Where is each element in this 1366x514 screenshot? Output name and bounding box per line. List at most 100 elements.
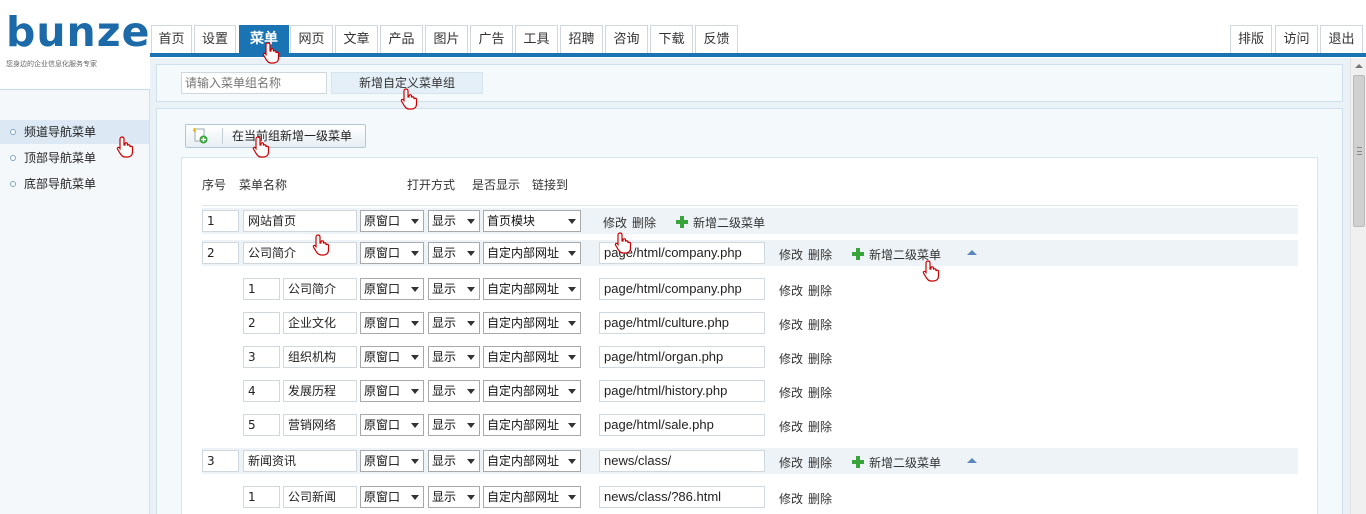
delete-link[interactable]: 删除: [632, 214, 656, 231]
menu-order-input[interactable]: 2: [243, 312, 280, 334]
add-top-menu-button[interactable]: 在当前组新增一级菜单: [185, 124, 366, 148]
open-mode-select[interactable]: 原窗口: [360, 486, 424, 508]
tab-consult[interactable]: 咨询: [605, 25, 648, 54]
link-type-value: 自定内部网址: [487, 454, 560, 468]
delete-link[interactable]: 删除: [808, 384, 832, 401]
plus-icon[interactable]: [852, 456, 864, 468]
menu-name-input[interactable]: 发展历程: [283, 380, 357, 402]
link-type-select[interactable]: 自定内部网址: [483, 346, 581, 368]
sidebar-item-bottom-nav[interactable]: 底部导航菜单: [0, 172, 149, 196]
open-mode-select[interactable]: 原窗口: [360, 242, 424, 264]
tab-tools[interactable]: 工具: [515, 25, 558, 54]
visibility-select[interactable]: 显示: [428, 346, 480, 368]
visibility-select[interactable]: 显示: [428, 312, 480, 334]
plus-icon[interactable]: [676, 216, 688, 228]
edit-link[interactable]: 修改: [779, 350, 803, 367]
menu-name-input[interactable]: 组织机构: [283, 346, 357, 368]
link-type-select[interactable]: 自定内部网址: [483, 414, 581, 436]
link-type-select[interactable]: 首页模块: [483, 210, 581, 232]
menu-order-input[interactable]: 1: [243, 486, 280, 508]
add-sub-menu-link[interactable]: 新增二级菜单: [693, 214, 765, 231]
menu-order-input[interactable]: 3: [202, 450, 239, 472]
scroll-thumb[interactable]: [1353, 75, 1365, 227]
tab-articles[interactable]: 文章: [335, 25, 378, 54]
menu-name-input[interactable]: 新闻资讯: [243, 450, 357, 472]
edit-link[interactable]: 修改: [779, 384, 803, 401]
tab-home[interactable]: 首页: [151, 25, 192, 54]
open-mode-select[interactable]: 原窗口: [360, 210, 424, 232]
visibility-select[interactable]: 显示: [428, 242, 480, 264]
delete-link[interactable]: 删除: [808, 490, 832, 507]
tab-settings[interactable]: 设置: [194, 25, 236, 54]
tab-images[interactable]: 图片: [425, 25, 468, 54]
delete-link[interactable]: 删除: [808, 316, 832, 333]
edit-link[interactable]: 修改: [779, 454, 803, 471]
collapse-up-icon[interactable]: [967, 250, 977, 255]
menu-order-input[interactable]: 4: [243, 380, 280, 402]
menu-order-input[interactable]: 1: [202, 210, 239, 232]
visibility-select[interactable]: 显示: [428, 278, 480, 300]
menu-name-input[interactable]: 公司新闻: [283, 486, 357, 508]
menu-name-input[interactable]: 公司简介: [243, 242, 357, 264]
tab-ads[interactable]: 广告: [470, 25, 513, 54]
menu-url-input[interactable]: page/html/culture.php: [599, 312, 765, 334]
link-type-select[interactable]: 自定内部网址: [483, 278, 581, 300]
tab-products[interactable]: 产品: [380, 25, 423, 54]
menu-order-input[interactable]: 1: [243, 278, 280, 300]
menu-order-input[interactable]: 3: [243, 346, 280, 368]
delete-link[interactable]: 删除: [808, 282, 832, 299]
tab-jobs[interactable]: 招聘: [560, 25, 603, 54]
open-mode-select[interactable]: 原窗口: [360, 312, 424, 334]
link-type-select[interactable]: 自定内部网址: [483, 450, 581, 472]
open-mode-select[interactable]: 原窗口: [360, 450, 424, 472]
edit-link[interactable]: 修改: [779, 246, 803, 263]
visibility-select[interactable]: 显示: [428, 414, 480, 436]
link-type-select[interactable]: 自定内部网址: [483, 486, 581, 508]
menu-url-input[interactable]: page/html/history.php: [599, 380, 765, 402]
delete-link[interactable]: 删除: [808, 454, 832, 471]
tab-logout[interactable]: 退出: [1320, 25, 1363, 54]
visibility-select[interactable]: 显示: [428, 380, 480, 402]
open-mode-select[interactable]: 原窗口: [360, 346, 424, 368]
menu-url-input[interactable]: page/html/organ.php: [599, 346, 765, 368]
edit-link[interactable]: 修改: [603, 214, 627, 231]
tab-visit[interactable]: 访问: [1275, 25, 1318, 54]
menu-url-input[interactable]: page/html/sale.php: [599, 414, 765, 436]
tab-pages[interactable]: 网页: [290, 25, 333, 54]
menu-group-name-input[interactable]: [181, 72, 327, 94]
visibility-select[interactable]: 显示: [428, 450, 480, 472]
tab-feedback[interactable]: 反馈: [695, 25, 738, 54]
menu-url-input[interactable]: news/class/: [599, 450, 765, 472]
menu-url-input[interactable]: page/html/company.php: [599, 278, 765, 300]
delete-link[interactable]: 删除: [808, 246, 832, 263]
open-mode-select[interactable]: 原窗口: [360, 414, 424, 436]
link-type-select[interactable]: 自定内部网址: [483, 242, 581, 264]
tab-layout[interactable]: 排版: [1230, 25, 1272, 54]
menu-name-input[interactable]: 网站首页: [243, 210, 357, 232]
add-sub-menu-link[interactable]: 新增二级菜单: [869, 454, 941, 471]
menu-list-panel: 在当前组新增一级菜单 序号 菜单名称 打开方式 是否显示 链接到 1 网站首页 原窗…: [156, 108, 1343, 514]
tab-download[interactable]: 下载: [650, 25, 693, 54]
menu-name-input[interactable]: 企业文化: [283, 312, 357, 334]
menu-order-input[interactable]: 5: [243, 414, 280, 436]
open-mode-select[interactable]: 原窗口: [360, 380, 424, 402]
scrollbar[interactable]: [1350, 58, 1366, 514]
edit-link[interactable]: 修改: [779, 418, 803, 435]
visibility-select[interactable]: 显示: [428, 210, 480, 232]
menu-name-input[interactable]: 营销网络: [283, 414, 357, 436]
open-mode-select[interactable]: 原窗口: [360, 278, 424, 300]
plus-icon[interactable]: [852, 248, 864, 260]
edit-link[interactable]: 修改: [779, 282, 803, 299]
delete-link[interactable]: 删除: [808, 418, 832, 435]
menu-order-input[interactable]: 2: [202, 242, 239, 264]
link-type-select[interactable]: 自定内部网址: [483, 380, 581, 402]
delete-link[interactable]: 删除: [808, 350, 832, 367]
menu-url-input[interactable]: news/class/?86.html: [599, 486, 765, 508]
collapse-up-icon[interactable]: [967, 458, 977, 463]
edit-link[interactable]: 修改: [779, 490, 803, 507]
visibility-select[interactable]: 显示: [428, 486, 480, 508]
scroll-up-icon[interactable]: [1351, 58, 1366, 74]
edit-link[interactable]: 修改: [779, 316, 803, 333]
link-type-select[interactable]: 自定内部网址: [483, 312, 581, 334]
menu-name-input[interactable]: 公司简介: [283, 278, 357, 300]
